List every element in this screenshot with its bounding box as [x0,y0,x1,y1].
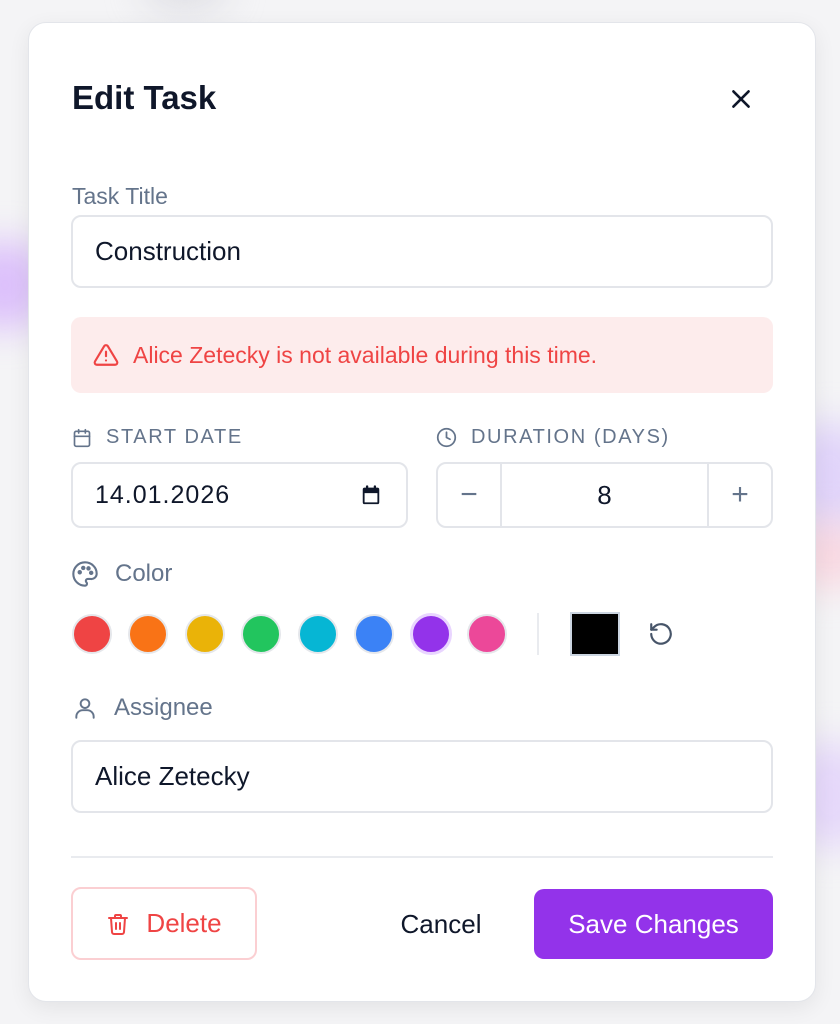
background-blob [140,0,230,10]
color-label-text: Color [115,560,173,587]
alert-message: Alice Zetecky is not available during th… [133,341,598,368]
assignee-input[interactable]: Alice Zetecky [71,740,773,813]
swatch-divider [537,613,539,655]
increment-button[interactable]: + [707,464,771,526]
assignee-label: Assignee [72,694,213,722]
start-date-label: START DATE [72,426,243,449]
start-date-input[interactable]: 14.01.2026 [71,462,408,528]
duration-label: DURATION (DAYS) [436,426,670,449]
close-button[interactable] [723,81,759,117]
start-date-value: 14.01.2026 [95,480,231,509]
warning-icon [93,342,119,368]
decrement-button[interactable]: − [438,464,502,526]
palette-icon [71,560,99,588]
task-title-input[interactable]: Construction [71,215,773,288]
duration-stepper: − 8 + [436,462,773,528]
trash-icon [106,911,130,937]
close-icon [732,90,750,108]
custom-color-picker[interactable] [570,612,620,656]
calendar-picker-icon[interactable] [360,484,382,506]
color-swatch-yellow[interactable] [185,614,225,654]
task-title-value: Construction [95,236,241,266]
reset-icon [650,623,672,645]
footer-divider [71,856,773,858]
user-icon [72,695,98,721]
color-swatch-red[interactable] [72,614,112,654]
color-swatch-green[interactable] [241,614,281,654]
color-swatch-blue[interactable] [354,614,394,654]
delete-label: Delete [146,908,222,938]
start-date-label-text: START DATE [106,426,243,448]
duration-value[interactable]: 8 [502,464,707,526]
save-changes-button[interactable]: Save Changes [534,889,773,959]
reset-color-button[interactable] [646,619,676,649]
delete-button[interactable]: Delete [71,887,257,960]
edit-task-dialog: Edit Task Task Title Construction Alice … [28,22,816,1002]
assignee-value: Alice Zetecky [95,761,250,791]
color-swatch-purple[interactable] [410,613,452,655]
color-swatch-orange[interactable] [128,614,168,654]
assignee-label-text: Assignee [114,694,213,721]
task-title-label: Task Title [72,183,168,209]
duration-label-text: DURATION (DAYS) [471,426,670,448]
calendar-icon [72,428,92,448]
color-swatch-cyan[interactable] [298,614,338,654]
color-label: Color [71,560,172,588]
availability-alert: Alice Zetecky is not available during th… [71,317,773,393]
cancel-button[interactable]: Cancel [385,889,497,959]
color-swatch-pink[interactable] [467,614,507,654]
dialog-title: Edit Task [72,79,217,116]
clock-icon [436,427,457,448]
